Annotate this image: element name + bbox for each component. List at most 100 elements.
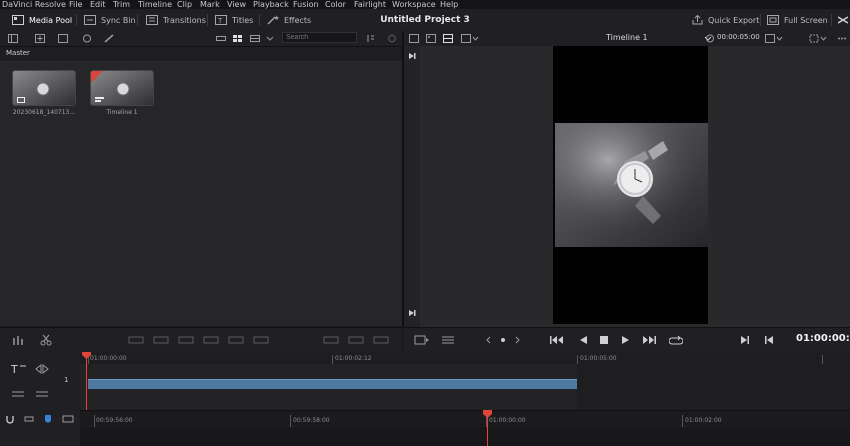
menu-file[interactable]: File [69, 0, 82, 9]
playhead-marker-icon[interactable] [483, 410, 492, 418]
toolbar-divider [259, 14, 260, 26]
metadata-view-icon[interactable] [250, 34, 260, 43]
new-bin-icon[interactable] [58, 34, 68, 43]
relink-icon[interactable] [82, 34, 92, 43]
track-options-right-icon[interactable] [34, 388, 50, 400]
menu-color[interactable]: Color [325, 0, 346, 9]
menu-workspace[interactable]: Workspace [392, 0, 436, 9]
bin-header [0, 47, 402, 62]
timeline-thumbnail[interactable] [90, 70, 154, 106]
search-input[interactable] [282, 32, 357, 43]
ruler-timecode: 00:59:56:00 [96, 417, 133, 424]
sync-bin-icon [84, 15, 96, 25]
go-to-end-icon[interactable] [642, 334, 656, 346]
insert-title-icon[interactable]: T [10, 362, 26, 376]
place-on-top-icon[interactable] [228, 334, 244, 346]
clip-view-icon[interactable] [409, 34, 419, 43]
menu-app[interactable]: DaVinci Resolve [2, 0, 66, 9]
viewer-frame[interactable] [553, 46, 708, 324]
ripple-overwrite-icon[interactable] [178, 334, 194, 346]
menu-playback[interactable]: Playback [253, 0, 289, 9]
layout-view-icon[interactable] [443, 34, 453, 43]
effects-wand-icon [267, 15, 279, 25]
media-pool-button[interactable]: Media Pool [12, 9, 72, 31]
quick-export-label: Quick Export [708, 15, 760, 25]
trim-tool-icon[interactable] [34, 362, 50, 376]
jog-control-icon[interactable] [486, 334, 520, 346]
menu-help[interactable]: Help [440, 0, 458, 9]
loop-icon[interactable] [669, 334, 683, 346]
full-screen-label: Full Screen [784, 15, 828, 25]
menu-view[interactable]: View [227, 0, 246, 9]
menu-timeline[interactable]: Timeline [138, 0, 172, 9]
go-to-start-icon[interactable] [550, 334, 564, 346]
transition-audio-fade-icon[interactable] [373, 334, 389, 346]
play-reverse-icon[interactable] [578, 334, 588, 346]
sync-bin-button[interactable]: Sync Bin [84, 9, 136, 31]
playback-settings-icon[interactable] [441, 334, 455, 346]
project-title: Untitled Project 3 [380, 15, 470, 25]
timeline-name-dropdown[interactable]: Timeline 1 [606, 33, 648, 42]
thumbnail-view-icon[interactable] [233, 34, 243, 43]
import-media-icon[interactable] [35, 34, 45, 43]
ruler-tick [332, 355, 333, 364]
previous-clip-icon[interactable] [764, 334, 774, 346]
source-overwrite-icon[interactable] [253, 334, 269, 346]
dual-view-icon[interactable] [461, 34, 479, 43]
watch-preview-image [555, 123, 708, 247]
menu-mark[interactable]: Mark [200, 0, 220, 9]
smart-insert-icon[interactable] [128, 334, 144, 346]
ruler-timecode: 01:00:02:00 [685, 417, 722, 424]
close-up-icon[interactable] [203, 334, 219, 346]
next-frame-icon[interactable] [408, 309, 416, 317]
viewer-options-icon[interactable] [765, 34, 783, 43]
playhead-marker-icon[interactable] [82, 352, 91, 359]
next-clip-icon[interactable] [740, 334, 750, 346]
previous-frame-icon[interactable] [408, 52, 416, 60]
link-icon[interactable] [104, 34, 114, 43]
workspace-options-button[interactable] [838, 9, 848, 31]
menu-trim[interactable]: Trim [113, 0, 130, 9]
mini-timeline-track[interactable] [80, 428, 850, 446]
audio-meter-icon[interactable] [12, 334, 26, 346]
timeline-clip[interactable] [88, 379, 577, 389]
titles-button[interactable]: T Titles [215, 9, 253, 31]
zoom-options-icon[interactable] [62, 414, 74, 424]
menu-fairlight[interactable]: Fairlight [354, 0, 386, 9]
razor-scissors-icon[interactable] [40, 334, 52, 346]
menu-edit[interactable]: Edit [90, 0, 106, 9]
stop-icon[interactable] [599, 334, 609, 346]
link-clips-icon[interactable] [24, 414, 34, 424]
svg-text:T: T [217, 17, 223, 25]
full-screen-button[interactable]: Full Screen [767, 9, 828, 31]
ruler-tick [822, 355, 823, 364]
sort-icon[interactable] [365, 34, 375, 43]
track-options-left-icon[interactable] [10, 388, 26, 400]
playhead-line-upper[interactable] [86, 355, 87, 410]
menu-clip[interactable]: Clip [177, 0, 192, 9]
append-icon[interactable] [153, 334, 169, 346]
play-icon[interactable] [621, 334, 631, 346]
timeline-ruler-lower[interactable]: 00:59:56:00 00:59:58:00 01:00:00:00 01:0… [80, 410, 850, 429]
refresh-icon[interactable] [387, 34, 397, 43]
marker-flag-icon[interactable] [44, 414, 52, 424]
clip-label: Timeline 1 [106, 109, 138, 116]
list-view-icon[interactable] [216, 34, 226, 43]
zoom-fit-icon[interactable] [809, 34, 827, 43]
ruler-tick [290, 415, 291, 427]
toolbar-divider [76, 14, 77, 26]
trim-mode-icon[interactable] [414, 334, 430, 346]
image-view-icon[interactable] [426, 34, 436, 43]
media-clip-thumbnail[interactable] [12, 70, 76, 106]
svg-text:T: T [10, 363, 18, 376]
quick-export-button[interactable]: Quick Export [692, 9, 759, 31]
transition-dissolve-icon[interactable] [323, 334, 339, 346]
snap-icon[interactable] [5, 414, 15, 424]
effects-button[interactable]: Effects [267, 9, 311, 31]
dropdown-chevron-icon[interactable] [266, 34, 274, 43]
transition-smooth-cut-icon[interactable] [348, 334, 364, 346]
menu-fusion[interactable]: Fusion [293, 0, 319, 9]
sidebar-toggle-icon[interactable] [8, 34, 18, 43]
more-options-icon[interactable] [837, 34, 847, 43]
transitions-button[interactable]: Transitions [146, 9, 206, 31]
